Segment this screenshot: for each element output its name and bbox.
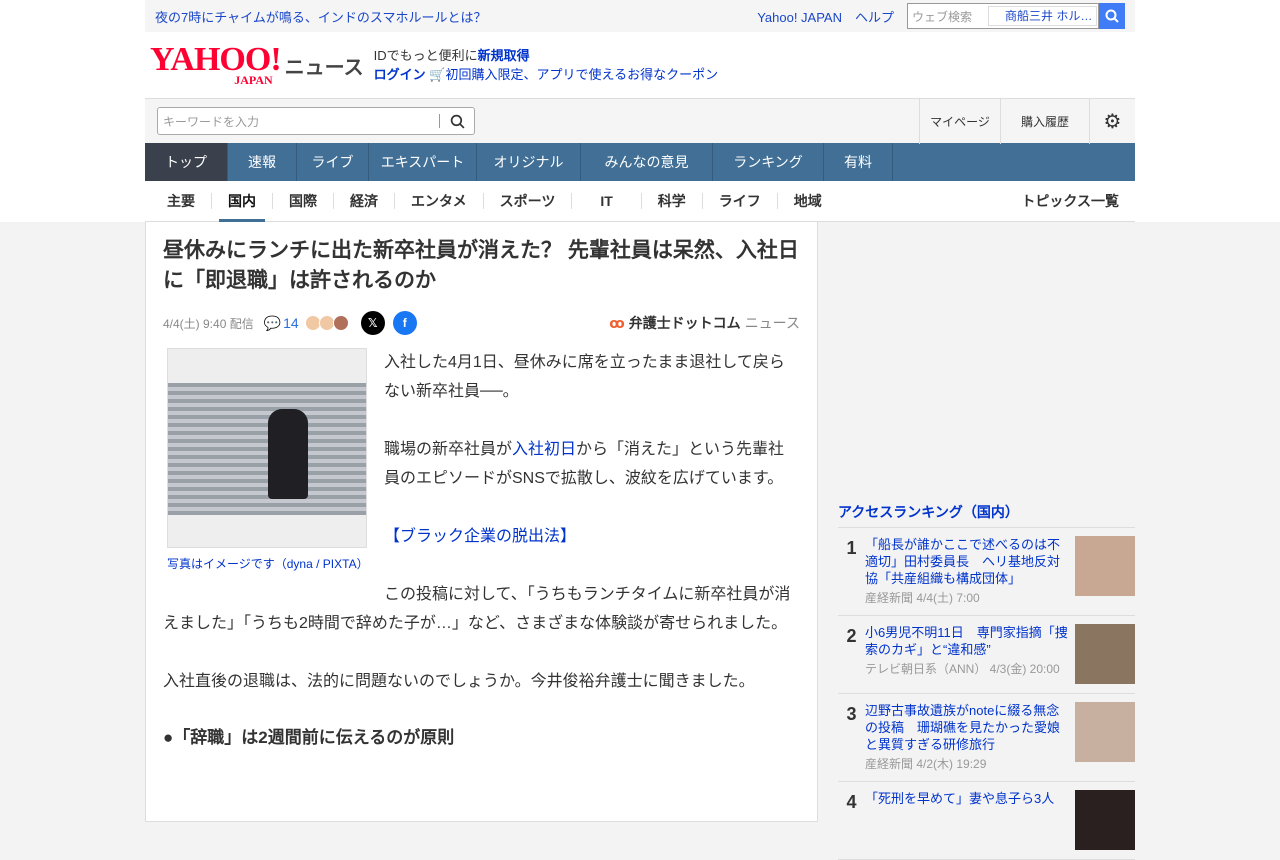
ranking-item[interactable]: 2 小6男児不明11日 専門家指摘「捜索のカギ」と“違和感” テレビ朝日系（ANN）… xyxy=(838,616,1135,694)
black-company-link[interactable]: 【ブラック企業の脱出法】 xyxy=(384,528,576,545)
nav-paid[interactable]: 有料 xyxy=(824,143,893,181)
search-row: キーワードを入力 マイページ 購入履歴 ⚙ xyxy=(145,98,1135,144)
yahoo-news-logo[interactable]: YAHOO! JAPAN ニュース xyxy=(150,41,364,87)
facebook-share-icon[interactable]: f xyxy=(392,311,417,335)
nav-breaking[interactable]: 速報 xyxy=(228,143,297,181)
subnav-domestic[interactable]: 国内 xyxy=(212,193,273,222)
topics-list-link[interactable]: トピックス一覧 xyxy=(1021,191,1119,211)
subnav-economy[interactable]: 経済 xyxy=(334,193,395,209)
ranking-thumbnail[interactable] xyxy=(1075,624,1135,684)
section-heading: ●「辞職」は2週間前に伝えるのが原則 xyxy=(163,728,455,747)
keyword-search-button[interactable] xyxy=(440,114,474,129)
rank-number: 2 xyxy=(846,626,857,646)
search-icon xyxy=(1105,9,1119,23)
ranking-title-link[interactable]: 辺野古事故遺族がnoteに綴る無念の投稿 珊瑚礁を見たかった愛娘と異質すぎる研修… xyxy=(865,703,1060,752)
source-logo[interactable]: ꝏ 弁護士ドットコム ニュース xyxy=(609,313,800,333)
help-link[interactable]: ヘルプ xyxy=(855,10,894,25)
ranking-item[interactable]: 3 辺野古事故遺族がnoteに綴る無念の投稿 珊瑚礁を見たかった愛娘と異質すぎる研… xyxy=(838,694,1135,782)
comment-icon: 💬 xyxy=(263,314,282,331)
logo-text: YAHOO! xyxy=(150,41,282,78)
ranking-thumbnail[interactable] xyxy=(1075,536,1135,596)
article-title: 昼休みにランチに出た新卒社員が消えた？ 先輩社員は呆然、入社日に「即退職」は許さ… xyxy=(163,239,799,292)
source-suffix: ニュース xyxy=(744,315,800,331)
x-share-icon[interactable]: 𝕏 xyxy=(360,311,385,335)
ranking-title[interactable]: アクセスランキング（国内） xyxy=(838,502,1135,528)
nav-original[interactable]: オリジナル xyxy=(477,143,581,181)
paragraph: この投稿に対して、「うちもランチタイムに新卒社員が消えました」「うちも2時間で辞… xyxy=(163,586,791,632)
nav-live[interactable]: ライブ xyxy=(297,143,369,181)
id-text: IDでもっと便利に xyxy=(373,48,478,63)
photo-caption: 写真はイメージです（dyna / PIXTA） xyxy=(167,557,369,571)
subnav-world[interactable]: 国際 xyxy=(273,193,334,209)
article-photo[interactable] xyxy=(167,348,367,548)
publish-date: 4/4(土) 9:40 配信 xyxy=(163,316,254,331)
ranking-item[interactable]: 4 「死刑を早めて」妻や息子ら3人 xyxy=(838,782,1135,860)
ranking-meta: テレビ朝日系（ANN） 4/3(金) 20:00 xyxy=(865,662,1060,676)
login-label: ログイン xyxy=(373,67,426,82)
settings-button[interactable]: ⚙ xyxy=(1089,98,1135,144)
search-suggestion[interactable]: 商船三井 ホル… xyxy=(988,6,1097,26)
web-search-button[interactable] xyxy=(1099,3,1125,29)
subnav-sports[interactable]: スポーツ xyxy=(484,193,573,209)
source-name: 弁護士ドットコム xyxy=(628,315,741,331)
nav-opinions[interactable]: みんなの意見 xyxy=(581,143,713,181)
keyword-search: キーワードを入力 xyxy=(157,107,475,135)
keyword-input[interactable]: キーワードを入力 xyxy=(158,113,439,130)
sub-nav: 主要 国内 国際 経済 エンタメ スポーツ IT 科学 ライフ 地域 トピックス… xyxy=(145,181,1135,222)
header: YAHOO! JAPAN ニュース IDでもっと便利に新規取得 ログイン 🛒初回購… xyxy=(145,32,1135,98)
nav-ranking[interactable]: ランキング xyxy=(713,143,824,181)
subnav-local[interactable]: 地域 xyxy=(778,193,838,209)
rank-number: 4 xyxy=(846,792,857,812)
sidebar: アクセスランキング（国内） 1 「船長が誰かここで述べるのは不適切」田村委員長 ヘ… xyxy=(818,222,1135,860)
web-search-input[interactable]: ウェブ検索 xyxy=(908,8,988,25)
subnav-it[interactable]: IT xyxy=(572,193,642,209)
paragraph: 入社直後の退職は、法的に問題ないのでしょうか。今井俊裕弁護士に聞きました。 xyxy=(163,673,755,690)
nav-top[interactable]: トップ xyxy=(145,143,228,181)
main-nav: トップ 速報 ライブ エキスパート オリジナル みんなの意見 ランキング 有料 xyxy=(145,143,1135,181)
search-icon xyxy=(450,114,465,129)
comment-count: 14 xyxy=(283,315,299,331)
rank-number: 1 xyxy=(846,538,857,558)
top-bar: 夜の7時にチャイムが鳴る、インドのスマホルールとは？ Yahoo! JAPAN ヘ… xyxy=(145,0,1135,32)
ranking-title-link[interactable]: 小6男児不明11日 専門家指摘「捜索のカギ」と“違和感” xyxy=(865,625,1068,657)
gear-icon: ⚙ xyxy=(1103,110,1122,133)
inline-link[interactable]: 入社初日 xyxy=(512,441,576,458)
source-icon: ꝏ xyxy=(609,314,625,331)
ranking-item[interactable]: 1 「船長が誰かここで述べるのは不適切」田村委員長 ヘリ基地反対協「共産組織も構成… xyxy=(838,528,1135,616)
signup-link[interactable]: 新規取得 xyxy=(478,48,530,63)
coupon-link[interactable]: 初回購入限定、アプリで使えるお得なクーポン xyxy=(445,67,718,82)
yahoo-japan-link[interactable]: Yahoo! JAPAN xyxy=(757,10,842,25)
ranking-title-link[interactable]: 「死刑を早めて」妻や息子ら3人 xyxy=(865,791,1054,806)
subnav-entertainment[interactable]: エンタメ xyxy=(395,193,484,209)
rank-number: 3 xyxy=(846,704,857,724)
article: 昼休みにランチに出た新卒社員が消えた？ 先輩社員は呆然、入社日に「即退職」は許さ… xyxy=(145,222,818,822)
comments-link[interactable]: 💬 14 xyxy=(264,315,299,332)
subnav-main[interactable]: 主要 xyxy=(151,193,212,209)
signup-label: 新規取得 xyxy=(477,48,530,63)
ranking-title-link[interactable]: 「船長が誰かここで述べるのは不適切」田村委員長 ヘリ基地反対協「共産組織も構成団… xyxy=(865,537,1060,586)
top-headline-link[interactable]: 夜の7時にチャイムが鳴る、インドのスマホルールとは？ xyxy=(155,7,757,26)
ranking-thumbnail[interactable] xyxy=(1075,790,1135,850)
text: 職場の新卒社員が xyxy=(384,441,513,458)
commenter-avatars xyxy=(304,315,349,331)
article-figure: 写真はイメージです（dyna / PIXTA） xyxy=(167,348,369,573)
ranking-meta: 産経新聞 4/4(土) 7:00 xyxy=(865,591,980,605)
login-link[interactable]: ログイン xyxy=(374,67,426,82)
subnav-life[interactable]: ライフ xyxy=(703,193,778,209)
ranking-meta: 産経新聞 4/2(木) 19:29 xyxy=(865,757,987,771)
subnav-science[interactable]: 科学 xyxy=(642,193,703,209)
mypage-link[interactable]: マイページ xyxy=(919,98,1000,144)
ranking-thumbnail[interactable] xyxy=(1075,702,1135,762)
cart-icon: 🛒 xyxy=(429,67,446,82)
article-meta: 4/4(土) 9:40 配信 💬 14 𝕏 f ꝏ 弁護士ドットコム ニュース xyxy=(163,310,800,336)
web-search: ウェブ検索 商船三井 ホル… xyxy=(907,3,1099,29)
service-name: ニュース xyxy=(284,56,364,79)
nav-expert[interactable]: エキスパート xyxy=(369,143,477,181)
article-body: 写真はイメージです（dyna / PIXTA） 入社した4月1日、昼休みに席を立… xyxy=(163,348,800,752)
purchase-history-link[interactable]: 購入履歴 xyxy=(1000,98,1089,144)
